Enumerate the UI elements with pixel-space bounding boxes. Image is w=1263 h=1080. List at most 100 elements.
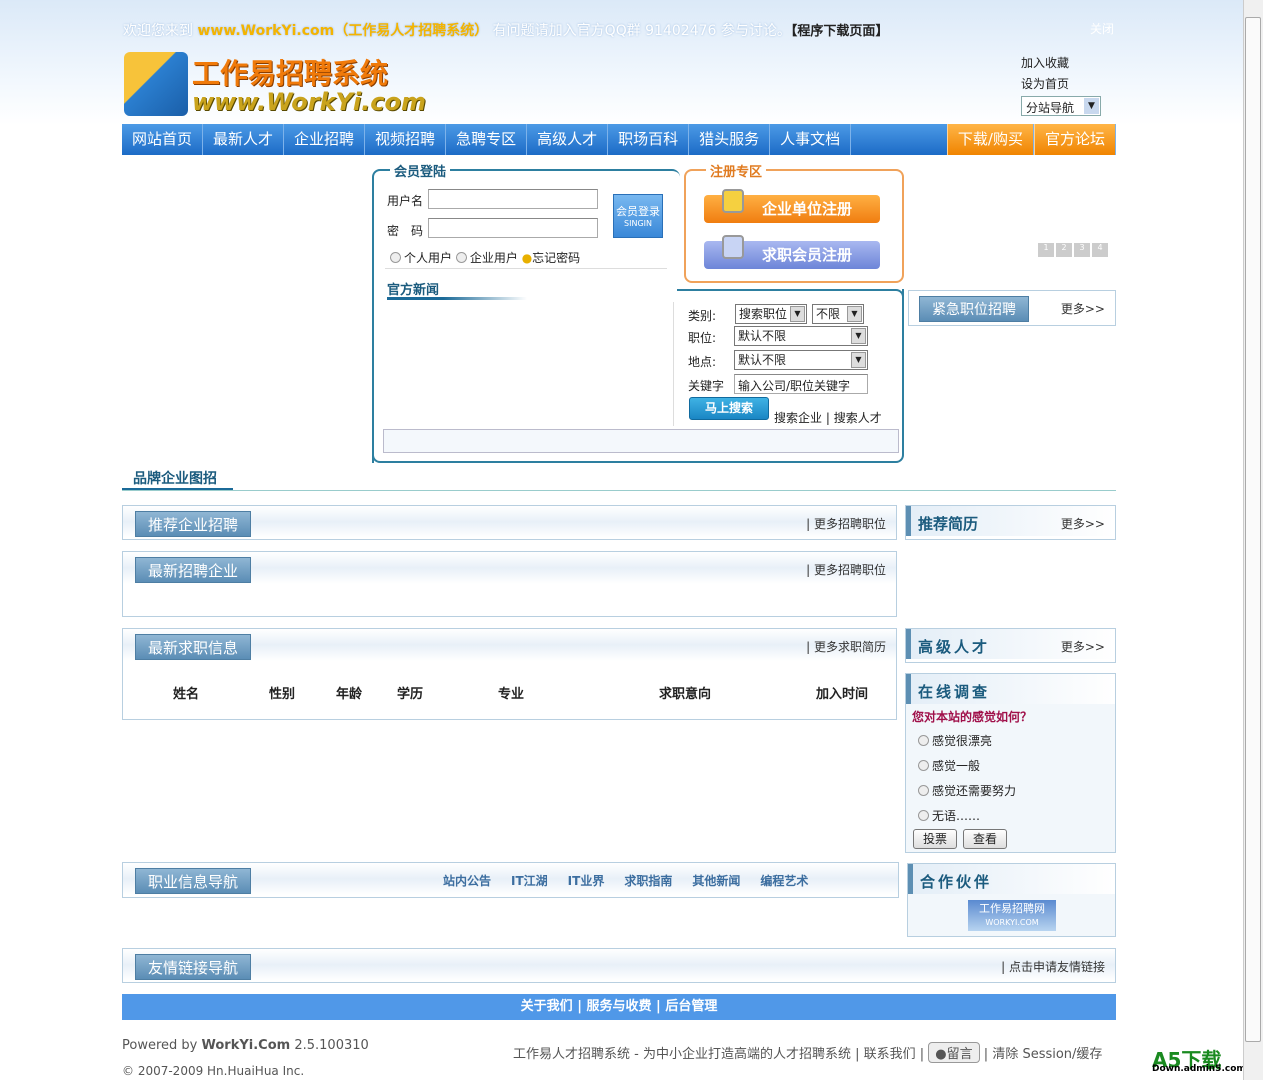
survey-option[interactable]: 感觉很漂亮 [918,732,992,749]
footer-link[interactable]: 关于我们 [521,999,573,1014]
nav-item[interactable]: 最新人才 [203,124,285,155]
search-talent-link[interactable]: 搜索人才 [834,411,882,425]
career-nav-link[interactable]: IT江湖 [511,872,548,889]
add-favorite-link[interactable]: 加入收藏 [1021,54,1069,71]
position-select[interactable]: 默认不限 ▼ [734,326,868,346]
personal-radio[interactable] [390,252,401,263]
forgot-password-link[interactable]: 忘记密码 [532,251,580,265]
type-select[interactable]: 搜索职位 ▼ [735,304,807,324]
radio[interactable] [918,760,929,771]
resume-box: 推荐简历 更多>> [905,505,1116,540]
radio[interactable] [918,735,929,746]
more-link[interactable]: | 更多求职简历 [806,638,886,655]
set-homepage-link[interactable]: 设为首页 [1021,75,1069,92]
site-logo[interactable]: 工作易招聘系统 www.WorkYi.com [124,52,426,118]
company-radio[interactable] [455,252,467,263]
chevron-down-icon: ▼ [847,306,862,322]
clear-session-link[interactable]: 清除 Session/缓存 [992,1047,1102,1062]
latest-jobseek-section: 最新求职信息 | 更多求职简历 姓名 性别 年龄 学历 专业 求职意向 加入时间 [122,628,897,720]
substation-value: 分站导航 [1026,101,1075,115]
username-input[interactable] [428,189,598,209]
career-nav-link[interactable]: 编程艺术 [760,872,808,889]
company-register-label: 企业单位注册 [761,200,852,218]
recommend-section: 推荐企业招聘 | 更多招聘职位 [122,505,897,540]
option-label: 无语…… [932,809,981,823]
survey-option[interactable]: 感觉还需要努力 [918,782,1016,799]
chevron-down-icon: ▼ [851,352,866,368]
section-title: 友情链接导航 [135,954,252,980]
keyword-input[interactable]: 输入公司/职位关键字 [734,374,868,394]
nav-item[interactable]: 猎头服务 [689,124,771,155]
footer-link[interactable]: 后台管理 [665,999,717,1014]
senior-box: 高级人才 更多>> [905,628,1116,663]
radio[interactable] [918,810,929,821]
slogan: 工作易人才招聘系统 - 为中小企业打造高端的人才招聘系统 [513,1047,851,1062]
register-legend: 注册专区 [706,161,767,180]
username-label: 用户名 [387,194,424,208]
option-label: 感觉一般 [932,759,981,773]
career-nav-link[interactable]: 求职指南 [624,872,672,889]
career-nav-link[interactable]: 站内公告 [443,872,491,889]
career-nav-link[interactable]: IT业界 [568,872,605,889]
footer-link[interactable]: 服务与收费 [586,999,651,1014]
company-register-button[interactable]: 企业单位注册 [704,189,880,223]
search-company-link[interactable]: 搜索企业 [774,411,822,425]
scrollbar-thumb[interactable] [1245,17,1261,1042]
download-link[interactable]: 【程序下载页面】 [791,24,889,39]
partner-logo[interactable]: 工作易招聘网 WORKYI.COM [968,900,1056,931]
place-label: 地点: [688,355,717,369]
password-input[interactable] [428,218,598,238]
senior-more-link[interactable]: 更多>> [1061,638,1105,655]
site-link[interactable]: www.WorkYi.com（工作易人才招聘系统） [197,23,488,39]
position-value: 默认不限 [738,329,787,343]
range-select[interactable]: 不限 ▼ [812,304,864,324]
nav-item[interactable]: 职场百科 [608,124,690,155]
nav-item[interactable]: 视频招聘 [365,124,447,155]
powered-brand[interactable]: WorkYi.Com [202,1038,291,1053]
contact-link[interactable]: 联系我们 [864,1047,916,1062]
career-nav-link[interactable]: 其他新闻 [692,872,740,889]
survey-question: 您对本站的感觉如何？ [912,710,1033,724]
news-underline [387,297,527,300]
welcome-bar: 欢迎您来到 www.WorkYi.com（工作易人才招聘系统） 有问题请加入官方… [123,20,888,40]
apply-friend-link[interactable]: | 点击申请友情链接 [1001,958,1105,975]
vote-button[interactable]: 投票 [913,829,957,849]
powered-prefix: Powered by [122,1038,198,1053]
nav-forum[interactable]: 官方论坛 [1033,124,1116,155]
nav-item[interactable]: 高级人才 [527,124,609,155]
search-button[interactable]: 马上搜索 [689,397,769,420]
nav-download[interactable]: 下载/购买 [946,124,1034,155]
section-title: 最新招聘企业 [135,557,252,583]
urgent-more-link[interactable]: 更多>> [1061,300,1105,317]
jobseeker-register-button[interactable]: 求职会员注册 [704,235,880,269]
survey-option[interactable]: 无语…… [918,807,980,824]
pager-button[interactable]: 1 [1038,243,1054,257]
company-label: 企业用户 [469,251,518,265]
resume-more-link[interactable]: 更多>> [1061,515,1105,532]
survey-option[interactable]: 感觉一般 [918,757,980,774]
more-link[interactable]: | 更多招聘职位 [806,561,886,578]
nav-item[interactable]: 人事文档 [770,124,852,155]
place-select[interactable]: 默认不限 ▼ [734,350,868,370]
nav-item[interactable]: 急聘专区 [446,124,528,155]
survey-box: 在线调查 您对本站的感觉如何？ 感觉很漂亮 感觉一般 感觉还需要努力 无语…… … [905,673,1116,853]
login-button[interactable]: 会员登录 SINGIN [613,194,663,238]
option-label: 感觉还需要努力 [932,784,1017,798]
pager-button[interactable]: 2 [1056,243,1072,257]
column-header: 加入时间 [816,687,869,702]
close-link[interactable]: 关闭 [1090,20,1114,37]
substation-select[interactable]: 分站导航 ▼ [1021,96,1101,116]
guestbook-label: 留言 [946,1047,973,1062]
view-results-button[interactable]: 查看 [963,829,1007,849]
bulb-icon: ● [521,251,533,265]
range-value: 不限 [816,307,841,321]
radio[interactable] [918,785,929,796]
search-panel-top [677,289,904,299]
pager-button[interactable]: 4 [1092,243,1108,257]
pager-button[interactable]: 3 [1074,243,1090,257]
more-link[interactable]: | 更多招聘职位 [806,515,886,532]
guestbook-button[interactable]: ●留言 [928,1042,980,1063]
nav-item[interactable]: 网站首页 [122,124,204,155]
qq-text: 有问题请加入官方QQ群 91402476 参与讨论。 [492,23,791,39]
nav-item[interactable]: 企业招聘 [284,124,366,155]
